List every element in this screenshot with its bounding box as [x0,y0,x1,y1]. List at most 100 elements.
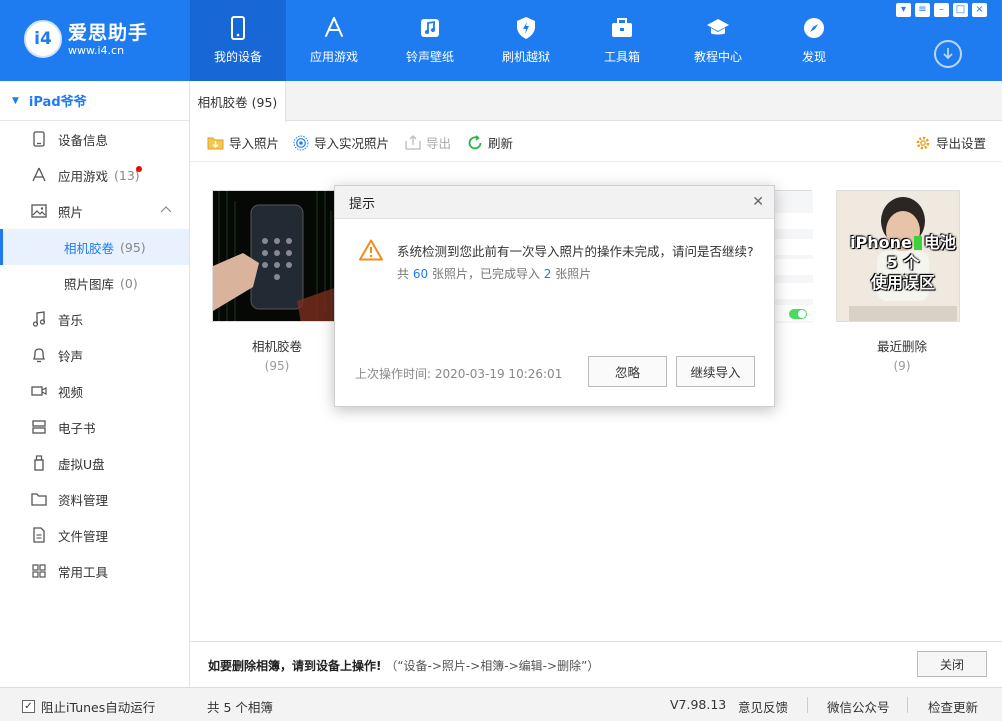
feedback-link[interactable]: 意见反馈 [738,697,788,716]
nav-discover[interactable]: 发现 [766,0,862,81]
nav-label: 铃声壁纸 [405,50,454,64]
close-button[interactable]: 关闭 [917,651,987,677]
chevron-up-icon[interactable] [160,205,172,215]
bottom-note-bar: 如要删除相簿，请到设备上操作! （“设备->照片->相簿->编辑->删除”） 关… [190,641,1002,687]
video-camera-icon [31,386,47,396]
sidebar: ▼ iPad爷爷 设备信息 应用游戏 (13) 照片 相机胶卷 (95) 照片图… [0,81,190,687]
progress-text: 张照片 [555,267,592,281]
sidebar-item-ringtones[interactable]: 铃声 [0,337,189,373]
tab-bar: 相机胶卷 (95) [190,81,1002,122]
divider [907,697,908,713]
sidebar-item-label: 资料管理 [58,492,109,508]
tab-camera-roll[interactable]: 相机胶卷 (95) [190,81,286,122]
sidebar-item-label: 虚拟U盘 [58,456,105,472]
sidebar-item-data-management[interactable]: 资料管理 [0,481,189,517]
refresh-label: 刷新 [488,136,514,151]
skin-icon[interactable]: ▾ [896,3,911,17]
sidebar-item-videos[interactable]: 视频 [0,373,189,409]
device-selector[interactable]: ▼ iPad爷爷 [0,81,189,121]
check-update-link[interactable]: 检查更新 [928,697,978,716]
sidebar-item-virtual-udisk[interactable]: 虚拟U盘 [0,445,189,481]
gear-icon [916,136,930,149]
total-photos: 60 [412,267,429,281]
maximize-icon[interactable]: □ [953,3,968,17]
sidebar-item-label: 常用工具 [58,564,109,580]
dialog-message: 系统检测到您此前有一次导入照片的操作未完成，请问是否继续? [397,244,754,259]
sidebar-item-photos[interactable]: 照片 [0,193,189,229]
sidebar-item-ebooks[interactable]: 电子书 [0,409,189,445]
dialog-progress: 共 60 张照片，已完成导入 2 张照片 [397,265,591,282]
imported-photos: 2 [543,267,552,281]
nav-tutorials[interactable]: 教程中心 [670,0,766,81]
album-recently-deleted[interactable]: iPhone 电池 5 个 使用误区 最近删除 (9) [836,190,966,373]
continue-import-button[interactable]: 继续导入 [676,356,755,387]
sidebar-item-camera-roll[interactable]: 相机胶卷 (95) [0,229,189,265]
phone-outline-icon [33,131,45,147]
sidebar-item-file-management[interactable]: 文件管理 [0,517,189,553]
minimize-icon[interactable]: – [934,3,949,17]
dialog-title: 提示 [349,196,376,212]
sidebar-item-common-tools[interactable]: 常用工具 [0,553,189,589]
grid-icon [32,564,46,578]
import-photos-button[interactable]: 导入照片 [207,133,279,152]
nav-flash-jailbreak[interactable]: 刷机越狱 [478,0,574,81]
sidebar-item-label: 设备信息 [58,132,109,148]
sidebar-item-label: 照片 [58,204,84,220]
graduation-cap-icon [707,19,729,35]
sidebar-item-photo-library[interactable]: 照片图库 (0) [0,265,189,301]
block-itunes-label: 阻止iTunes自动运行 [41,700,156,715]
time-value: 2020-03-19 10:26:01 [434,367,563,381]
progress-text: 张照片，已完成导入 [431,267,540,281]
block-itunes-checkbox[interactable]: ✓ 阻止iTunes自动运行 [22,697,155,716]
app-header: i4 爱思助手 www.i4.cn 我的设备 应用游戏 铃声壁纸 刷机越狱 工具… [0,0,1002,81]
app-logo: i4 爱思助手 www.i4.cn [24,20,148,58]
checkbox-checked-icon[interactable]: ✓ [22,700,35,713]
import-live-label: 导入实况照片 [314,136,390,151]
nav-my-device[interactable]: 我的设备 [190,0,286,81]
sidebar-item-device-info[interactable]: 设备信息 [0,121,189,157]
wechat-link[interactable]: 微信公众号 [827,697,890,716]
export-icon [405,135,421,150]
nav-ringtones[interactable]: 铃声壁纸 [382,0,478,81]
export-button[interactable]: 导出 [405,133,451,152]
sidebar-item-label: 文件管理 [58,528,109,544]
nav-toolbox[interactable]: 工具箱 [574,0,670,81]
album-count: (9) [893,359,911,373]
sidebar-item-label: 应用游戏 [58,168,109,184]
sidebar-item-label: 相机胶卷 [64,240,115,256]
album-thumbnail[interactable]: iPhone 电池 5 个 使用误区 [836,190,960,322]
export-settings-button[interactable]: 导出设置 [915,133,986,152]
menu-icon[interactable]: ≡ [915,3,930,17]
sidebar-item-apps[interactable]: 应用游戏 (13) [0,157,189,193]
logo-badge: i4 [24,20,62,58]
nav-label: 工具箱 [603,50,640,64]
nav-apps-games[interactable]: 应用游戏 [286,0,382,81]
import-live-photos-button[interactable]: 导入实况照片 [293,133,389,152]
download-manager-button[interactable] [934,40,962,68]
album-thumbnail[interactable] [212,190,336,322]
logo-url: www.i4.cn [68,43,125,57]
nav-label: 发现 [801,50,826,64]
ignore-button[interactable]: 忽略 [588,356,667,387]
album-name: 最近删除 [876,339,927,354]
sidebar-item-music[interactable]: 音乐 [0,301,189,337]
refresh-icon [468,134,482,149]
photo-library-count: (0) [120,275,138,291]
export-label: 导出 [426,136,452,151]
thumb-text: iPhone [850,233,912,252]
album-camera-roll[interactable]: 相机胶卷 (95) [212,190,342,373]
export-settings-label: 导出设置 [936,136,987,151]
download-icon [943,48,953,60]
shield-icon [517,17,535,39]
dialog-header: 提示 ✕ [335,186,774,219]
thumb-text: 5 个 [886,253,920,272]
nav-label: 刷机越狱 [501,50,550,64]
refresh-button[interactable]: 刷新 [467,133,513,152]
progress-text: 共 [397,267,410,281]
close-icon[interactable]: ✕ [752,194,764,210]
sidebar-item-label: 铃声 [58,348,84,364]
warning-icon [359,239,383,261]
triangle-down-icon: ▼ [12,95,19,106]
sidebar-item-label: 电子书 [58,420,96,436]
close-icon[interactable]: × [972,3,987,17]
